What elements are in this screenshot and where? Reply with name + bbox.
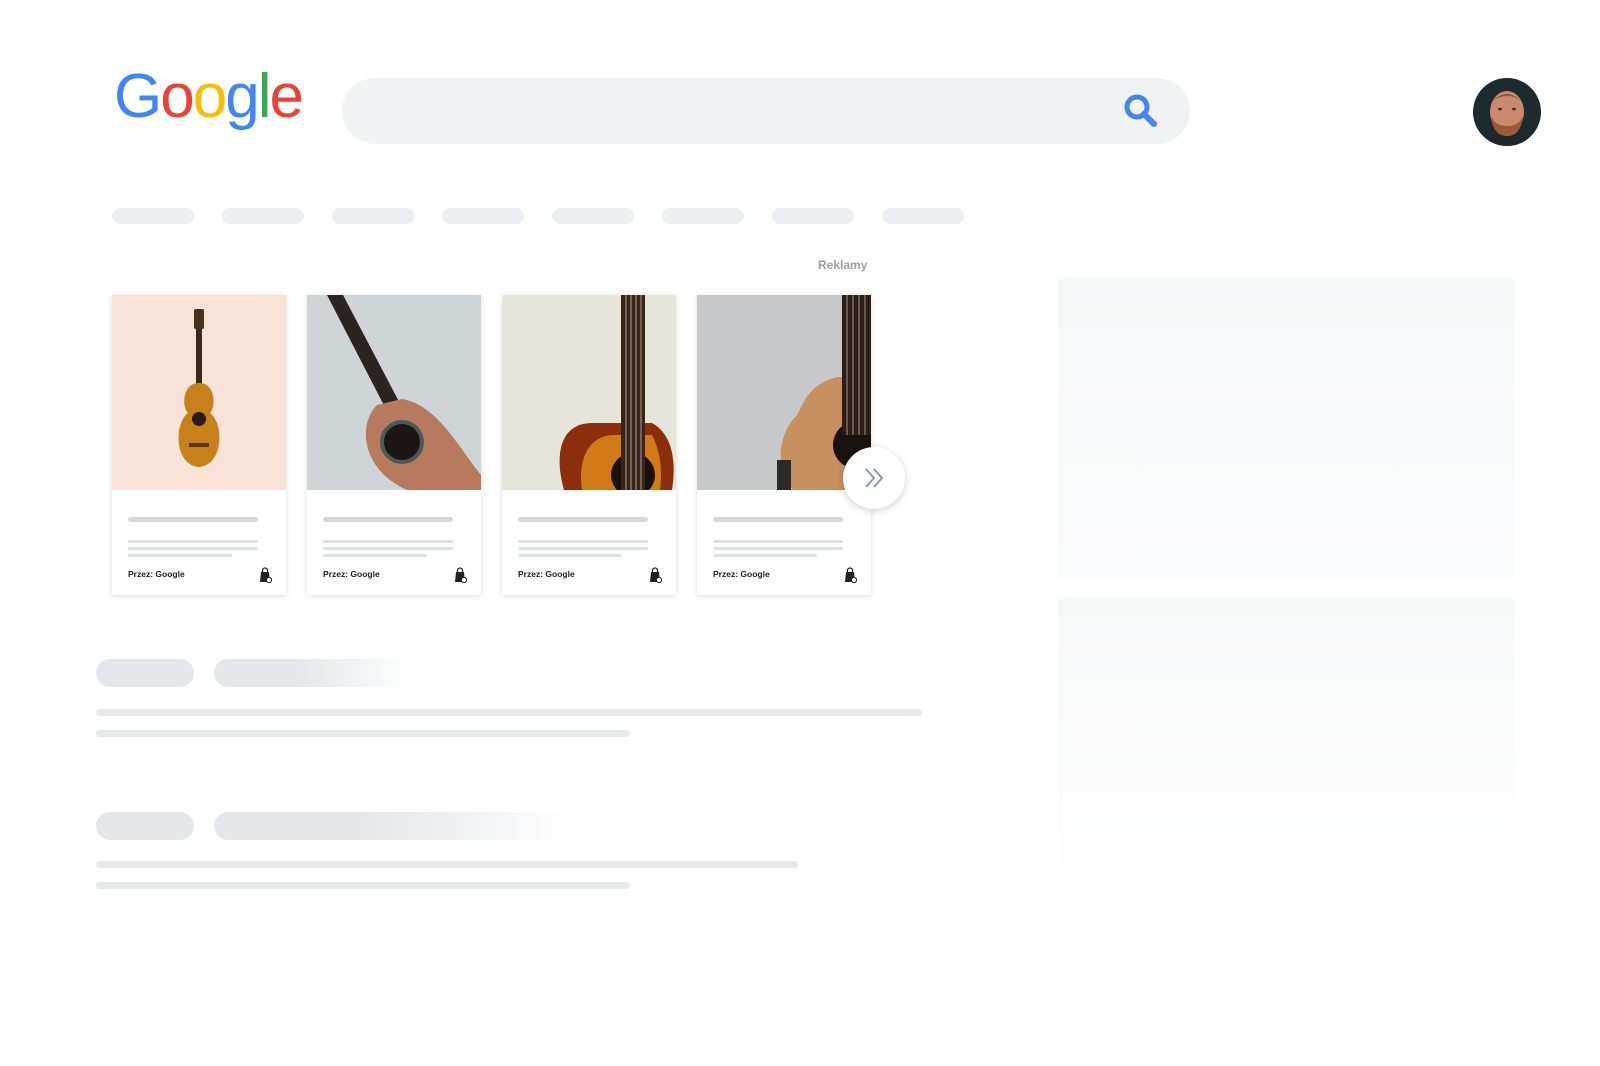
result-placeholder-line bbox=[96, 882, 630, 889]
product-byline: Przez: Google bbox=[518, 569, 575, 579]
shopping-bag-icon bbox=[845, 567, 857, 583]
shopping-bag-icon bbox=[260, 567, 272, 583]
result-placeholder-line bbox=[96, 709, 922, 716]
google-logo[interactable]: Google bbox=[114, 62, 304, 131]
product-card[interactable]: Przez: Google bbox=[502, 295, 676, 595]
logo-letter: o bbox=[160, 62, 195, 131]
ads-label: Reklamy bbox=[818, 258, 868, 272]
tab-placeholder[interactable] bbox=[222, 208, 304, 224]
logo-letter: l bbox=[257, 62, 272, 131]
result-placeholder-pill bbox=[214, 812, 574, 840]
avatar[interactable] bbox=[1473, 78, 1541, 146]
result-placeholder-pill bbox=[96, 659, 194, 687]
logo-letter: e bbox=[269, 62, 304, 131]
shopping-bag-icon bbox=[650, 567, 662, 583]
logo-letter: g bbox=[225, 62, 260, 131]
side-panel-placeholder bbox=[1058, 278, 1514, 580]
product-image bbox=[307, 295, 481, 490]
side-panel-placeholder bbox=[1058, 598, 1514, 880]
shopping-bag-icon bbox=[455, 567, 467, 583]
carousel-next-button[interactable] bbox=[843, 447, 905, 509]
result-placeholder-line bbox=[96, 730, 630, 737]
product-image bbox=[502, 295, 676, 490]
tab-placeholder[interactable] bbox=[882, 208, 964, 224]
result-placeholder-pill bbox=[96, 812, 194, 840]
product-image bbox=[112, 295, 286, 490]
result-placeholder-line bbox=[96, 861, 798, 868]
product-image bbox=[697, 295, 871, 490]
product-card[interactable]: Przez: Google bbox=[112, 295, 286, 595]
product-card[interactable]: Przez: Google bbox=[307, 295, 481, 595]
double-chevron-right-icon bbox=[865, 468, 884, 488]
product-card[interactable]: Przez: Google bbox=[697, 295, 871, 595]
tab-placeholder[interactable] bbox=[442, 208, 524, 224]
search-tabs bbox=[112, 208, 964, 224]
tab-placeholder[interactable] bbox=[112, 208, 194, 224]
tab-placeholder[interactable] bbox=[772, 208, 854, 224]
search-input[interactable] bbox=[342, 78, 1190, 144]
tab-placeholder[interactable] bbox=[662, 208, 744, 224]
product-byline: Przez: Google bbox=[713, 569, 770, 579]
result-placeholder-pill bbox=[214, 659, 414, 687]
tab-placeholder[interactable] bbox=[332, 208, 414, 224]
product-byline: Przez: Google bbox=[323, 569, 380, 579]
product-byline: Przez: Google bbox=[128, 569, 185, 579]
search-icon[interactable] bbox=[1122, 92, 1160, 130]
logo-letter: G bbox=[114, 62, 162, 131]
tab-placeholder[interactable] bbox=[552, 208, 634, 224]
logo-letter: o bbox=[192, 62, 228, 131]
